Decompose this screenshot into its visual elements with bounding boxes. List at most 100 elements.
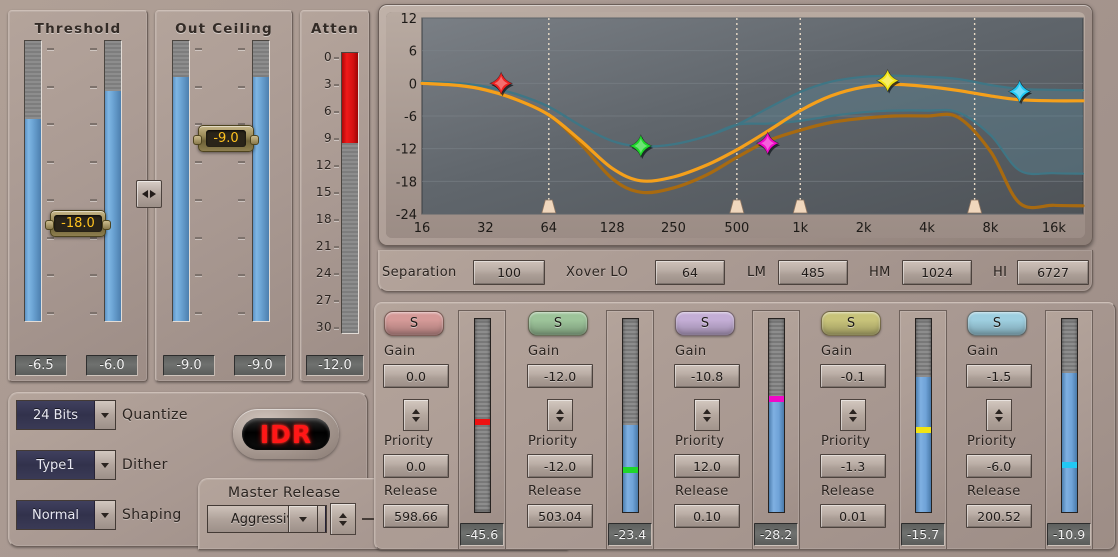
band-1-meter-readout[interactable]: -45.6 <box>460 523 504 546</box>
band-5-spinner[interactable] <box>986 399 1012 431</box>
band-1-gain-field[interactable]: 0.0 <box>383 364 449 388</box>
band-2-meter-readout[interactable]: -23.4 <box>608 523 652 546</box>
atten-meter-fill <box>342 53 358 143</box>
band-2-solo-button[interactable]: S <box>528 311 588 336</box>
atten-title: Atten <box>310 21 360 37</box>
threshold-right-slider[interactable] <box>104 40 122 322</box>
xover-hm-label: HM <box>869 265 891 280</box>
ceiling-scale-left-tick <box>195 237 202 239</box>
band-3-priority-field[interactable]: 12.0 <box>674 454 740 478</box>
link-button[interactable] <box>136 180 162 208</box>
atten-scale-tick <box>334 327 339 329</box>
band-3-meter-fill <box>769 402 784 512</box>
band-5-release-field[interactable]: 200.52 <box>966 504 1032 528</box>
xover-hi-field[interactable]: 6727 <box>1017 260 1089 285</box>
threshold-left-readout[interactable]: -6.5 <box>15 355 67 376</box>
atten-scale-label: 18 <box>315 212 332 226</box>
master-release-spinner[interactable] <box>330 503 356 535</box>
master-release-dropdown-arrow[interactable] <box>288 505 318 533</box>
band-1-release-field[interactable]: 598.66 <box>383 504 449 528</box>
x-axis-tick-label: 64 <box>541 221 558 236</box>
band-1-spinner[interactable] <box>403 399 429 431</box>
ceiling-right-slider[interactable] <box>252 40 270 322</box>
threshold-right-readout[interactable]: -6.0 <box>86 355 138 376</box>
y-axis-tick-label: 0 <box>409 77 417 92</box>
separation-field[interactable]: 100 <box>473 260 545 285</box>
band-4-spinner[interactable] <box>840 399 866 431</box>
chevron-up-icon <box>849 408 857 414</box>
band-3-solo-button[interactable]: S <box>675 311 735 336</box>
shaping-label: Shaping <box>122 507 182 523</box>
band-2-release-label: Release <box>528 484 582 499</box>
band-4-meter-track[interactable] <box>915 318 932 513</box>
band-1-solo-button[interactable]: S <box>384 311 444 336</box>
band-3-gain-field[interactable]: -10.8 <box>674 364 740 388</box>
band-5-solo-button[interactable]: S <box>967 311 1027 336</box>
shaping-select[interactable]: Normal <box>16 500 116 530</box>
band-4-release-field[interactable]: 0.01 <box>820 504 886 528</box>
xover-hi-label: HI <box>993 265 1008 280</box>
dither-select[interactable]: Type1 <box>16 450 116 480</box>
idr-logo[interactable]: IDR <box>233 409 339 459</box>
x-axis-tick-label: 8k <box>983 221 999 236</box>
band-1-meter-track[interactable] <box>474 318 491 513</box>
band-2-release-field[interactable]: 503.04 <box>527 504 593 528</box>
threshold-thumb[interactable]: -18.0 <box>45 210 111 237</box>
xover-lm-field[interactable]: 485 <box>778 260 848 285</box>
dither-select-arrow[interactable] <box>95 451 115 479</box>
band-5-meter-readout[interactable]: -10.9 <box>1047 523 1091 546</box>
band-4-gain-field[interactable]: -0.1 <box>820 364 886 388</box>
band-4-meter-marker <box>916 426 931 433</box>
band-5-priority-field[interactable]: -6.0 <box>966 454 1032 478</box>
chevron-up-icon <box>556 408 564 414</box>
quantize-label: Quantize <box>122 407 188 423</box>
band-2-priority-field[interactable]: -12.0 <box>527 454 593 478</box>
band-3-spinner[interactable] <box>694 399 720 431</box>
chevron-down-icon <box>412 416 420 422</box>
band-5-meter-track[interactable] <box>1061 318 1078 513</box>
band-2-meter-track[interactable] <box>622 318 639 513</box>
ceiling-scale-right-tick <box>238 161 245 163</box>
threshold-scale-left-tick <box>47 123 54 125</box>
ceiling-scale-left-tick <box>195 274 202 276</box>
ceiling-right-readout[interactable]: -9.0 <box>234 355 286 376</box>
band-1-priority-label: Priority <box>384 434 434 449</box>
quantize-select-arrow[interactable] <box>95 401 115 429</box>
threshold-scale-left-tick <box>47 237 54 239</box>
atten-readout[interactable]: -12.0 <box>306 355 364 376</box>
threshold-scale-left-tick <box>47 312 54 314</box>
band-2-gain-field[interactable]: -12.0 <box>527 364 593 388</box>
atten-scale-tick <box>334 84 339 86</box>
quantize-select[interactable]: 24 Bits <box>16 400 116 430</box>
eq-graph-canvas[interactable]: 12 6 0 -6 -12 -18 -24 16 32 64 128 250 500 1k 2k 4k 8k 16… <box>386 12 1085 238</box>
ceiling-left-slider[interactable] <box>172 40 190 322</box>
ceiling-thumb[interactable]: -9.0 <box>193 125 259 152</box>
ceiling-left-readout[interactable]: -9.0 <box>163 355 215 376</box>
threshold-scale-right-tick <box>90 199 97 201</box>
xover-lo-field[interactable]: 64 <box>655 260 725 285</box>
chevron-down-icon <box>299 516 307 522</box>
threshold-scale-right-tick <box>90 237 97 239</box>
band-4-release-label: Release <box>821 484 875 499</box>
band-4-priority-field[interactable]: -1.3 <box>820 454 886 478</box>
band-2-gain-label: Gain <box>528 344 560 359</box>
atten-scale-tick <box>334 192 339 194</box>
band-3-release-field[interactable]: 0.10 <box>674 504 740 528</box>
threshold-left-slider[interactable] <box>24 40 42 322</box>
threshold-scale-right-tick <box>90 312 97 314</box>
band-2-spinner[interactable] <box>547 399 573 431</box>
band-3-meter-track[interactable] <box>768 318 785 513</box>
band-4-meter-readout[interactable]: -15.7 <box>901 523 945 546</box>
shaping-select-arrow[interactable] <box>95 501 115 529</box>
atten-scale-label: 9 <box>323 131 332 145</box>
chevron-down-icon <box>703 416 711 422</box>
band-1-priority-field[interactable]: 0.0 <box>383 454 449 478</box>
band-4-solo-button[interactable]: S <box>821 311 881 336</box>
band-1-release-label: Release <box>384 484 438 499</box>
band-5-gain-field[interactable]: -1.5 <box>966 364 1032 388</box>
xover-hm-field[interactable]: 1024 <box>902 260 972 285</box>
band-3-meter-readout[interactable]: -28.2 <box>754 523 798 546</box>
x-axis-tick-label: 500 <box>724 221 749 236</box>
ceiling-scale-right-tick <box>238 237 245 239</box>
band-2-meter-marker <box>623 467 638 474</box>
